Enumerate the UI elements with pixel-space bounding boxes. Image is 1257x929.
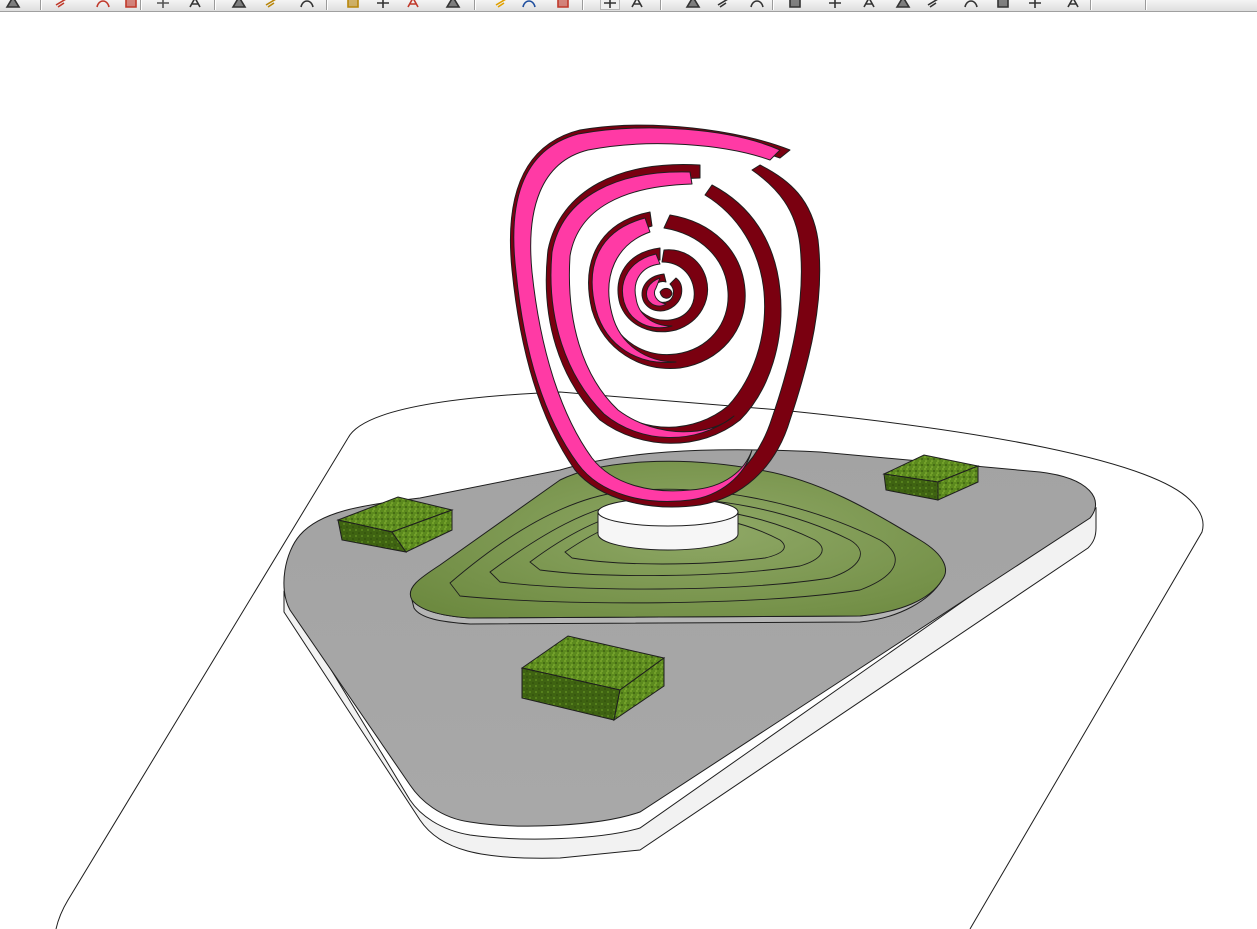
scene-canvas[interactable] [0,0,1257,929]
rose-spiral-sculpture[interactable] [509,124,821,508]
app-window [0,0,1257,929]
ground-outline-left [55,437,349,929]
model-viewport[interactable] [0,12,1257,929]
